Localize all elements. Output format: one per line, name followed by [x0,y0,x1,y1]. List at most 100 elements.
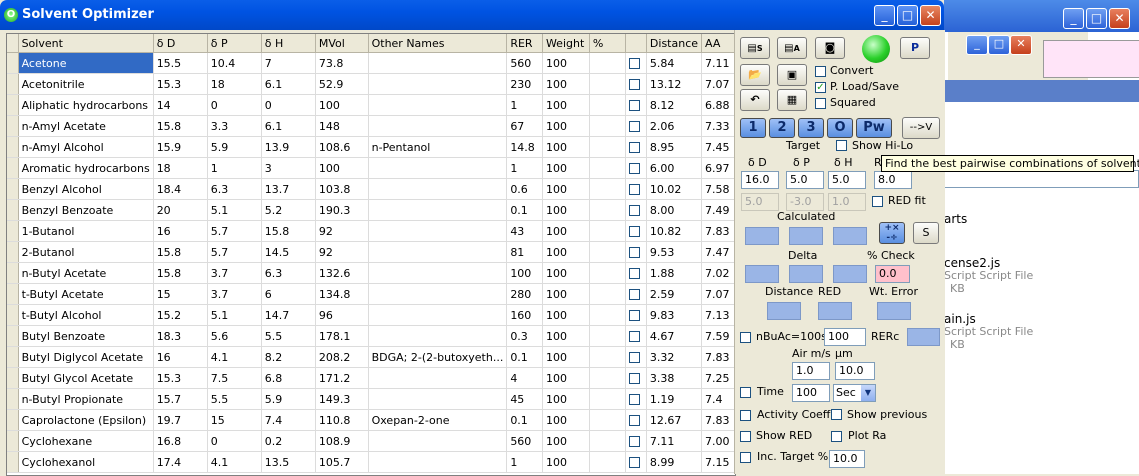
cell-p[interactable]: 5.1 [207,304,262,326]
table-row[interactable]: Acetonitrile 15.3 18 6.1 52.9 230 100 13.12 7.07 [7,73,735,95]
row-header[interactable] [7,52,19,74]
row-checkbox[interactable] [629,331,641,342]
button-1[interactable]: 1 [740,118,766,138]
cell-d[interactable]: 15.9 [153,136,208,158]
row-checkbox[interactable] [629,436,641,447]
cell-distance[interactable]: 8.00 [646,199,703,221]
cell-p[interactable]: 3.7 [207,283,262,305]
inner-maximize-icon[interactable]: □ [988,35,1010,55]
cell-d[interactable]: 15.3 [153,73,208,95]
target-h-input[interactable]: 5.0 [828,171,866,189]
camera-icon[interactable]: ◙ [815,37,845,59]
row-checkbox[interactable] [629,310,641,321]
cell-d[interactable]: 16 [153,220,208,242]
cell-name[interactable]: Cyclohexane [18,430,154,452]
table-row[interactable]: Aromatic hydrocarbons 18 1 3 100 1 100 6.00 6.97 [7,157,735,179]
cell-aa[interactable]: 7.02 [701,262,735,284]
background-combo[interactable] [940,170,1139,188]
cell-mvol[interactable]: 171.2 [315,367,369,389]
cell-name[interactable]: n-Butyl Acetate [18,262,154,284]
cell-p[interactable]: 0 [207,430,262,452]
cell-weight[interactable]: 100 [542,241,590,263]
cell-weight[interactable]: 100 [542,73,590,95]
s-button[interactable]: S [913,222,939,244]
cell-weight[interactable]: 100 [542,157,590,179]
cell-aa[interactable]: 7.13 [701,304,735,326]
col-other-names[interactable]: Other Names [368,34,508,53]
cell-aa[interactable]: 7.47 [701,241,735,263]
cell-percent[interactable] [589,52,627,74]
cell-h[interactable]: 6.1 [261,115,316,137]
close-icon[interactable]: ✕ [920,5,941,26]
show-red-checkbox[interactable] [740,431,751,442]
cell-rer[interactable]: 560 [506,52,543,74]
cell-aa[interactable]: 7.49 [701,199,735,221]
cell-distance[interactable]: 9.83 [646,304,703,326]
cell-distance[interactable]: 13.12 [646,73,703,95]
cell-h[interactable]: 13.5 [261,451,316,473]
cell-aa[interactable]: 7.4 [701,388,735,410]
cell-h[interactable]: 6.1 [261,73,316,95]
col-weight[interactable]: Weight [542,34,590,53]
cell-d[interactable]: 15.3 [153,367,208,389]
cell-name[interactable]: Butyl Benzoate [18,325,154,347]
cell-h[interactable]: 0.2 [261,430,316,452]
cell-d[interactable]: 20 [153,199,208,221]
cell-mvol[interactable]: 92 [315,241,369,263]
cell-distance[interactable]: 12.67 [646,409,703,431]
cell-rer[interactable]: 100 [506,262,543,284]
cell-percent[interactable] [589,325,627,347]
cell-mvol[interactable]: 73.8 [315,52,369,74]
cell-other[interactable] [368,115,508,137]
cell-rer[interactable]: 230 [506,73,543,95]
target-r-input[interactable]: 8.0 [874,171,912,189]
table-row[interactable]: Butyl Diglycol Acetate 16 4.1 8.2 208.2 BDGA;… [7,346,735,368]
cell-d[interactable]: 15.8 [153,115,208,137]
cell-percent[interactable] [589,283,627,305]
bg-file2-name[interactable]: ain.js [944,312,976,326]
button-3[interactable]: 3 [798,118,824,138]
cell-h[interactable]: 6.8 [261,367,316,389]
cell-p[interactable]: 0 [207,94,262,116]
cell-d[interactable]: 16 [153,346,208,368]
cell-weight[interactable]: 100 [542,409,590,431]
cell-h[interactable]: 13.9 [261,136,316,158]
cell-h[interactable]: 14.7 [261,304,316,326]
bg-minimize-icon[interactable]: _ [1063,8,1084,29]
cell-aa[interactable]: 7.07 [701,73,735,95]
cell-name[interactable]: 1-Butanol [18,220,154,242]
cell-mvol[interactable]: 92 [315,220,369,242]
cell-aa[interactable]: 6.97 [701,157,735,179]
col-aa[interactable]: AA [701,34,735,53]
cell-d[interactable]: 15 [153,283,208,305]
col-mvol[interactable]: MVol [315,34,369,53]
cell-other[interactable] [368,283,508,305]
row-header[interactable] [7,283,19,305]
um-input[interactable]: 10.0 [835,362,875,380]
cell-p[interactable]: 3.3 [207,115,262,137]
cell-weight[interactable]: 100 [542,451,590,473]
time-input[interactable]: 100 [792,384,830,402]
row-header[interactable] [7,304,19,326]
table-row[interactable]: t-Butyl Alcohol 15.2 5.1 14.7 96 160 100 9.83 7.… [7,304,735,326]
button-2[interactable]: 2 [769,118,795,138]
cell-h[interactable]: 6 [261,283,316,305]
row-checkbox[interactable] [629,163,641,174]
cell-rer[interactable]: 280 [506,283,543,305]
time-checkbox[interactable] [740,387,751,398]
cell-weight[interactable]: 100 [542,94,590,116]
cell-rer[interactable]: 0.6 [506,178,543,200]
row-header[interactable] [7,346,19,368]
row-header[interactable] [7,388,19,410]
cell-percent[interactable] [589,115,627,137]
row-checkbox[interactable] [629,58,641,69]
cell-d[interactable]: 18.3 [153,325,208,347]
cell-mvol[interactable]: 105.7 [315,451,369,473]
list-a-button[interactable]: ▤A [777,37,807,59]
button-pw[interactable]: Pw [856,118,892,138]
cell-rer[interactable]: 43 [506,220,543,242]
cell-other[interactable] [368,157,508,179]
cell-p[interactable]: 4.1 [207,346,262,368]
cell-other[interactable] [368,304,508,326]
cell-distance[interactable]: 8.12 [646,94,703,116]
